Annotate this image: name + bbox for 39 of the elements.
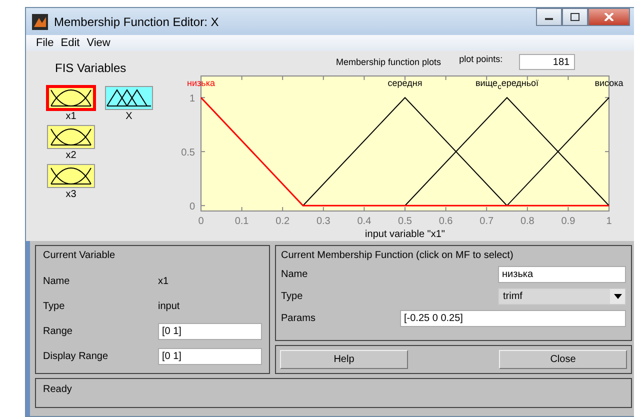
section-title: FIS Variables — [54, 61, 128, 75]
variable-label: x3 — [66, 189, 76, 201]
field-label: Name — [281, 268, 309, 280]
y-tick-label: 0.5 — [181, 148, 195, 159]
x-tick-label: 0.8 — [520, 216, 534, 227]
x-tick-label: 0.5 — [398, 216, 412, 227]
panel-title: Current Variable — [43, 250, 116, 261]
variable-label: X — [126, 111, 132, 123]
curve-label: висока — [594, 78, 624, 88]
variable-type: input — [158, 301, 180, 312]
curve-label: низька — [187, 78, 215, 88]
field-label: Type — [43, 301, 66, 312]
variable-label: x1 — [66, 111, 76, 123]
window-title: Membership Function Editor: X — [54, 14, 219, 28]
x-tick-label: 0.7 — [480, 216, 494, 227]
x-tick-label: 0.1 — [234, 216, 249, 227]
y-tick-label: 0 — [189, 202, 195, 213]
x-tick-label: 0.4 — [357, 216, 372, 227]
x-tick-label: 0.6 — [438, 216, 453, 227]
field-label: Params — [281, 312, 316, 324]
chart-title: Membership function plots — [336, 57, 442, 67]
field-label: Display Range — [43, 351, 110, 362]
variable-label: x2 — [66, 150, 76, 162]
x-tick-label: 0.2 — [276, 216, 290, 227]
x-tick-label: 1 — [606, 216, 612, 227]
x-tick-label: 0 — [198, 216, 204, 227]
field-label: Name — [43, 276, 71, 287]
y-tick-label: 1 — [189, 94, 195, 105]
x-axis-label: input variable "x1" — [365, 229, 445, 239]
x-tick-label: 0.3 — [316, 216, 330, 227]
field-label: Type — [281, 290, 304, 302]
plot-points-label: plot points: — [459, 54, 503, 64]
field-label: Range — [43, 326, 74, 337]
status-text: Ready — [43, 384, 72, 395]
curve-label: середня — [388, 78, 422, 88]
x-tick-label: 0.9 — [561, 216, 576, 227]
variable-name: x1 — [158, 276, 169, 287]
panel-title: Current Membership Function (click on MF to select) — [281, 250, 514, 261]
curve-label: вище$_{с}$ередньої — [475, 78, 539, 92]
